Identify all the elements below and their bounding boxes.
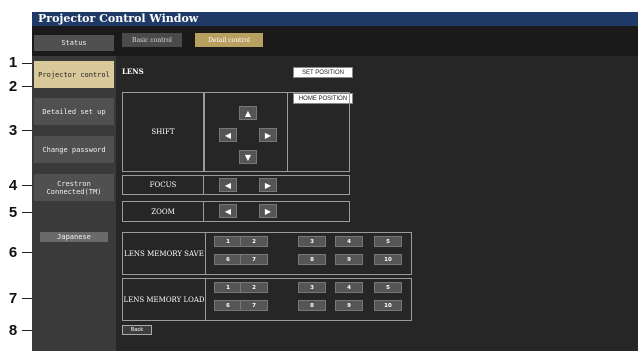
lens-memory-save-button-4[interactable]: 4	[335, 236, 363, 247]
lens-memory-save-button-5[interactable]: 5	[374, 236, 402, 247]
lens-memory-load-button-5[interactable]: 5	[374, 282, 402, 293]
lens-memory-load-button-2[interactable]: 2	[240, 282, 268, 293]
lens-memory-save-button-6[interactable]: 6	[214, 254, 242, 265]
lens-memory-save-button-10[interactable]: 10	[374, 254, 402, 265]
lens-memory-save-button-7[interactable]: 7	[240, 254, 268, 265]
zoom-left-button[interactable]: ◀	[219, 204, 237, 218]
back-button[interactable]: Back	[122, 325, 152, 335]
lens-memory-load-button-3[interactable]: 3	[298, 282, 326, 293]
focus-right-button[interactable]: ▶	[259, 178, 277, 192]
lens-memory-save-button-8[interactable]: 8	[298, 254, 326, 265]
zoom-right-button[interactable]: ▶	[259, 204, 277, 218]
sidebar-item-status[interactable]: Status	[34, 35, 114, 51]
set-position-button[interactable]: SET POSITION	[293, 67, 353, 78]
shift-label: SHIFT	[151, 128, 175, 136]
lens-memory-save-button-3[interactable]: 3	[298, 236, 326, 247]
lens-memory-load-button-10[interactable]: 10	[374, 300, 402, 311]
section-title-lens: LENS	[122, 67, 144, 76]
shift-right-button[interactable]: ▶	[259, 128, 277, 142]
tab-basic-control[interactable]: Basic control	[122, 33, 182, 47]
lens-memory-save-button-1[interactable]: 1	[214, 236, 242, 247]
lens-memory-save-label: LENS MEMORY SAVE	[124, 250, 204, 258]
sidebar-item-change-password[interactable]: Change password	[34, 136, 114, 163]
lens-memory-load-button-6[interactable]: 6	[214, 300, 242, 311]
lens-memory-load-label: LENS MEMORY LOAD	[123, 296, 205, 304]
sidebar-item-projector-control[interactable]: Projector control	[34, 61, 114, 88]
lens-memory-load-button-8[interactable]: 8	[298, 300, 326, 311]
lens-memory-save-button-9[interactable]: 9	[335, 254, 363, 265]
shift-down-button[interactable]: ▼	[239, 150, 257, 164]
callout-2: 2	[8, 78, 18, 95]
tab-detail-control[interactable]: Detail control	[195, 33, 263, 47]
lens-memory-load-button-9[interactable]: 9	[335, 300, 363, 311]
lens-memory-save-button-2[interactable]: 2	[240, 236, 268, 247]
lens-memory-load-button-1[interactable]: 1	[214, 282, 242, 293]
lens-memory-load-button-7[interactable]: 7	[240, 300, 268, 311]
shift-up-button[interactable]: ▲	[239, 106, 257, 120]
window-title: Projector Control Window	[32, 12, 638, 26]
callout-3: 3	[8, 122, 18, 139]
callout-6: 6	[8, 244, 18, 261]
shift-left-button[interactable]: ◀	[219, 128, 237, 142]
callout-8: 8	[8, 322, 18, 339]
sidebar-item-detailed-setup[interactable]: Detailed set up	[34, 98, 114, 125]
sidebar-item-japanese[interactable]: Japanese	[40, 232, 108, 242]
lens-memory-load-button-4[interactable]: 4	[335, 282, 363, 293]
callout-1: 1	[8, 54, 18, 71]
zoom-label: ZOOM	[151, 208, 175, 216]
focus-label: FOCUS	[149, 181, 177, 189]
callout-4: 4	[8, 177, 18, 194]
callout-5: 5	[8, 204, 18, 221]
sidebar-item-crestron[interactable]: Crestron Connected(TM)	[34, 174, 114, 201]
callout-7: 7	[8, 290, 18, 307]
focus-left-button[interactable]: ◀	[219, 178, 237, 192]
